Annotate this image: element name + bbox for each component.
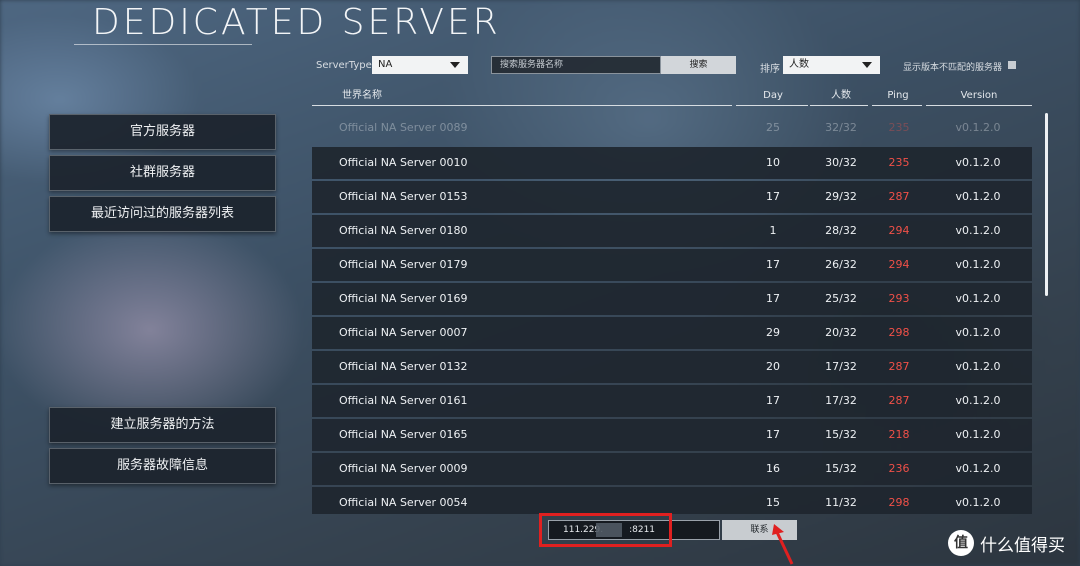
table-row[interactable]: Official NA Server 0010 10 30/32 235 v0.… (312, 147, 1032, 179)
chevron-down-icon (862, 62, 872, 68)
table-row[interactable]: Official NA Server 0007 29 20/32 298 v0.… (312, 317, 1032, 349)
table-row[interactable]: Official NA Server 0089 25 32/32 235 v0.… (312, 112, 1032, 144)
mismatch-checkbox[interactable] (1008, 61, 1016, 69)
nav-recent-servers[interactable]: 最近访问过的服务器列表 (49, 196, 276, 232)
header-players[interactable]: 人数 (810, 88, 872, 106)
header-world-name[interactable]: 世界名称 (312, 88, 734, 106)
sort-value: 人数 (789, 59, 809, 70)
server-list: Official NA Server 0089 25 32/32 235 v0.… (312, 112, 1032, 514)
server-type-value: NA (378, 59, 393, 70)
table-row[interactable]: Official NA Server 0180 1 28/32 294 v0.1… (312, 215, 1032, 247)
table-header: 世界名称 Day 人数 Ping Version (312, 88, 1032, 106)
chevron-down-icon (450, 62, 460, 68)
list-scrollbar[interactable] (1045, 113, 1048, 296)
nav-how-to-host[interactable]: 建立服务器的方法 (49, 407, 276, 443)
annotation-arrow-icon (772, 524, 794, 565)
table-row[interactable]: Official NA Server 0169 17 25/32 293 v0.… (312, 283, 1032, 315)
table-row[interactable]: Official NA Server 0054 15 11/32 298 v0.… (312, 487, 1032, 514)
search-button[interactable]: 搜索 (661, 56, 736, 74)
nav-server-troubleshooting[interactable]: 服务器故障信息 (49, 448, 276, 484)
table-row[interactable]: Official NA Server 0165 17 15/32 218 v0.… (312, 419, 1032, 451)
highlight-box (539, 513, 672, 547)
server-type-dropdown[interactable]: NA (372, 56, 468, 74)
nav-community-servers[interactable]: 社群服务器 (49, 155, 276, 191)
search-input[interactable]: 搜索服务器名称 (491, 56, 661, 74)
watermark-logo: 值 (948, 530, 974, 556)
table-row[interactable]: Official NA Server 0009 16 15/32 236 v0.… (312, 453, 1032, 485)
sort-label: 排序 (760, 64, 780, 75)
header-version[interactable]: Version (926, 88, 1032, 106)
watermark: 值 什么值得买 (948, 529, 1065, 557)
header-day[interactable]: Day (736, 88, 810, 106)
table-row[interactable]: Official NA Server 0161 17 17/32 287 v0.… (312, 385, 1032, 417)
mismatch-label: 显示版本不匹配的服务器 (903, 63, 1003, 73)
sort-dropdown[interactable]: 人数 (783, 56, 880, 74)
title-underline (74, 44, 252, 45)
table-row[interactable]: Official NA Server 0179 17 26/32 294 v0.… (312, 249, 1032, 281)
header-ping[interactable]: Ping (872, 88, 924, 106)
table-row[interactable]: Official NA Server 0132 20 17/32 287 v0.… (312, 351, 1032, 383)
watermark-text: 什么值得买 (980, 535, 1065, 556)
server-type-label: ServerType (316, 60, 372, 71)
table-row[interactable]: Official NA Server 0153 17 29/32 287 v0.… (312, 181, 1032, 213)
nav-official-servers[interactable]: 官方服务器 (49, 114, 276, 150)
page-title: DEDICATED SERVER (92, 2, 501, 43)
